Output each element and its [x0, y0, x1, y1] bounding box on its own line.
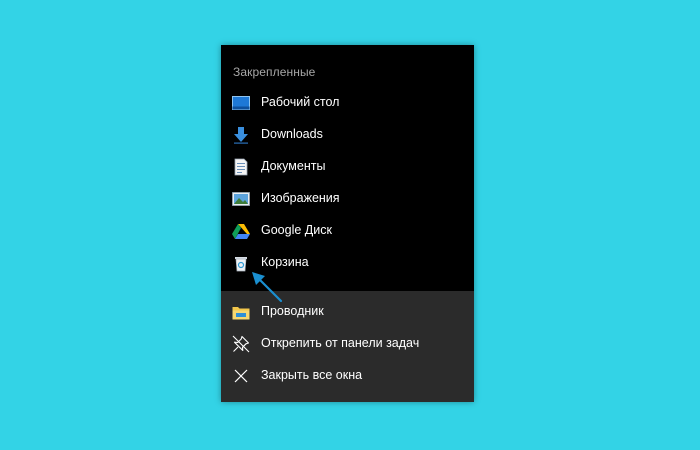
task-item-label: Закрыть все окна	[261, 368, 363, 382]
pinned-item-label: Downloads	[261, 127, 323, 141]
download-arrow-icon	[232, 126, 250, 144]
task-item-file-explorer[interactable]: Проводник	[221, 296, 474, 328]
unpin-icon	[232, 335, 250, 353]
close-icon	[232, 367, 250, 385]
pinned-item-label: Рабочий стол	[261, 95, 340, 109]
pinned-item-label: Изображения	[261, 191, 340, 205]
pinned-item-label: Google Диск	[261, 223, 332, 237]
file-explorer-icon	[232, 303, 250, 321]
google-drive-icon	[232, 222, 250, 240]
pinned-header: Закрепленные	[233, 65, 316, 79]
desktop-icon	[232, 94, 250, 112]
pinned-item-label: Корзина	[261, 255, 309, 269]
pictures-icon	[232, 190, 250, 208]
task-item-label: Открепить от панели задач	[261, 336, 420, 350]
recycle-bin-icon	[232, 254, 250, 272]
pinned-item-google-drive[interactable]: Google Диск	[221, 215, 474, 247]
pinned-item-recycle-bin[interactable]: Корзина	[221, 247, 474, 279]
tasks-section: Проводник Открепить от панели задач Закр…	[221, 291, 474, 402]
task-item-close-all[interactable]: Закрыть все окна	[221, 360, 474, 392]
task-item-unpin[interactable]: Открепить от панели задач	[221, 328, 474, 360]
task-item-label: Проводник	[261, 304, 324, 318]
pinned-item-pictures[interactable]: Изображения	[221, 183, 474, 215]
taskbar-jump-list: Закрепленные Рабочий стол Downloads Доку…	[221, 45, 474, 402]
pinned-item-documents[interactable]: Документы	[221, 151, 474, 183]
pinned-item-desktop[interactable]: Рабочий стол	[221, 87, 474, 119]
pinned-item-downloads[interactable]: Downloads	[221, 119, 474, 151]
document-icon	[232, 158, 250, 176]
pinned-item-label: Документы	[261, 159, 326, 173]
pinned-section: Закрепленные Рабочий стол Downloads Доку…	[221, 45, 474, 291]
